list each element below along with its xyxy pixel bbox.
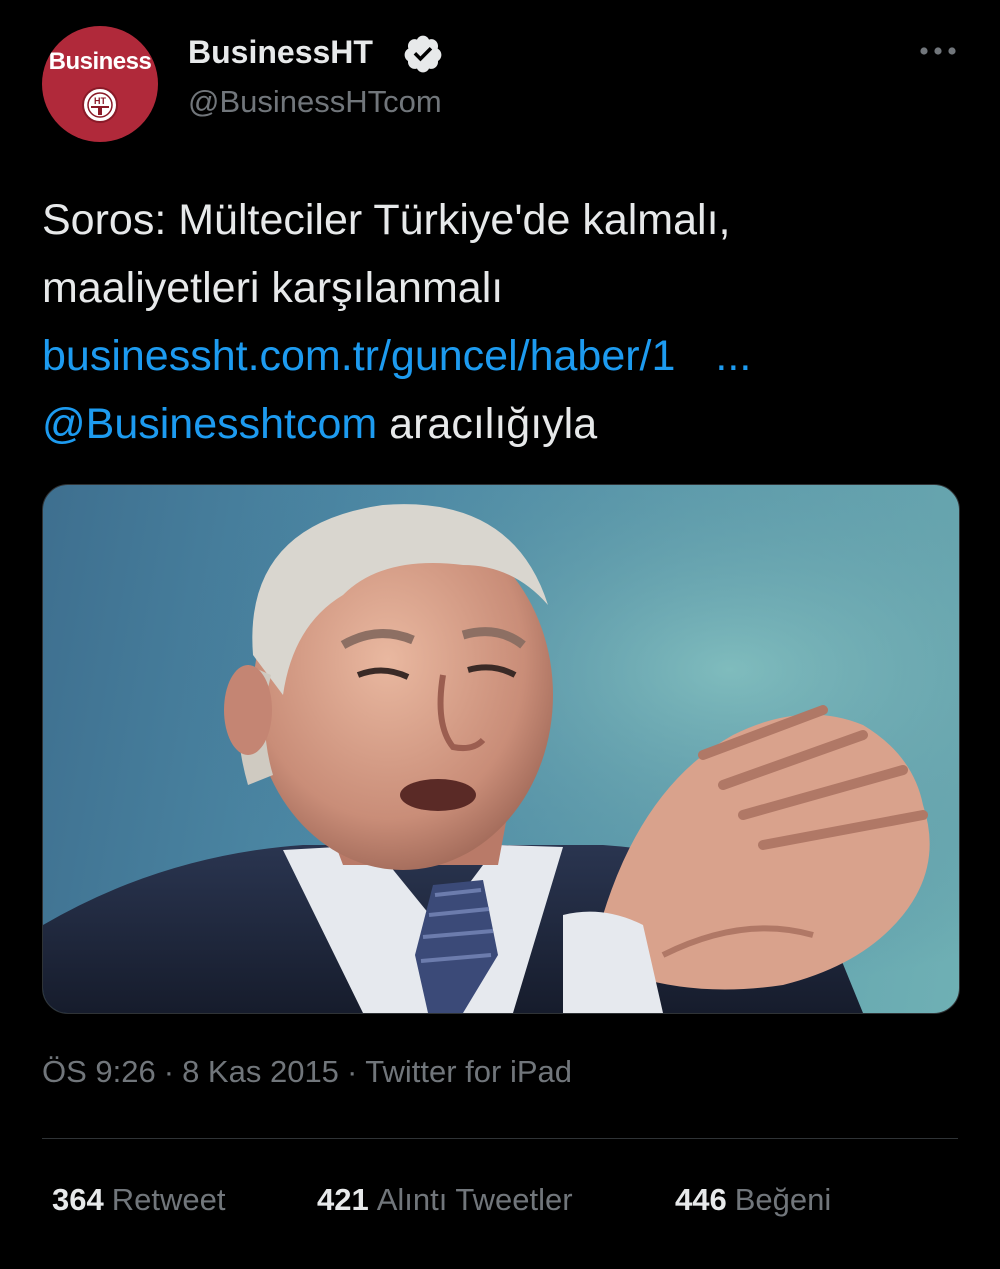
user-handle[interactable]: @BusinessHTcom <box>188 84 442 120</box>
tweet-source[interactable]: Twitter for iPad <box>365 1054 572 1089</box>
tweet-text-line: maaliyetleri karşılanmalı <box>42 264 504 312</box>
avatar-logo-text: Business <box>48 48 152 75</box>
retweets-stat[interactable]: 364 Retweet <box>52 1182 225 1218</box>
article-link[interactable]: businessht.com.tr/guncel/haber/1 <box>42 332 675 380</box>
tweet-photo[interactable] <box>42 484 960 1014</box>
tweet-date[interactable]: 8 Kas 2015 <box>182 1054 339 1089</box>
quotes-label: Alıntı Tweetler <box>376 1182 573 1217</box>
meta-separator: · <box>163 1054 175 1089</box>
divider <box>42 1138 958 1139</box>
tweet-text-line: Soros: Mülteciler Türkiye'de kalmalı, <box>42 196 731 244</box>
retweets-count: 364 <box>52 1182 104 1217</box>
likes-count: 446 <box>675 1182 727 1217</box>
avatar-emblem-letters: HT <box>94 96 106 106</box>
more-horizontal-icon[interactable] <box>917 38 959 64</box>
tweet-text: Soros: Mülteciler Türkiye'de kalmalı, ma… <box>42 186 972 458</box>
quotes-count: 421 <box>317 1182 369 1217</box>
likes-label: Beğeni <box>734 1182 832 1217</box>
display-name[interactable]: BusinessHT <box>188 34 373 71</box>
tweet-link-line: businessht.com.tr/guncel/haber/1... <box>42 322 972 390</box>
retweets-label: Retweet <box>111 1182 226 1217</box>
tweet-detail: Business HT BusinessHT @BusinessHTcom So… <box>0 0 1000 1269</box>
tweet-mention-line: @Businesshtcom aracılığıyla <box>42 390 972 458</box>
tweet-meta: ÖS 9:26 · 8 Kas 2015 · Twitter for iPad <box>42 1054 572 1090</box>
mention-link[interactable]: @Businesshtcom <box>42 400 377 448</box>
meta-separator: · <box>346 1054 358 1089</box>
avatar[interactable]: Business HT <box>42 26 158 142</box>
verified-badge-icon <box>404 35 442 73</box>
photo-illustration <box>43 485 959 1013</box>
likes-stat[interactable]: 446 Beğeni <box>675 1182 831 1218</box>
tweet-time[interactable]: ÖS 9:26 <box>42 1054 156 1089</box>
quotes-stat[interactable]: 421 Alıntı Tweetler <box>317 1182 573 1218</box>
mention-suffix: aracılığıyla <box>377 400 598 448</box>
avatar-emblem-icon: HT <box>82 87 118 123</box>
link-ellipsis: ... <box>715 332 752 380</box>
